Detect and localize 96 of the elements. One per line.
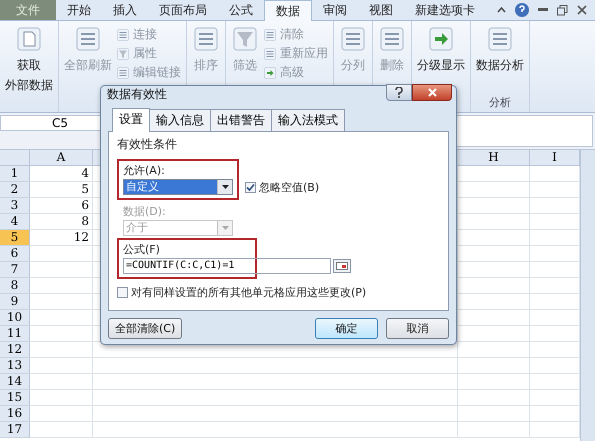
field-label: 允许(A): [123, 163, 166, 178]
section-heading: 有效性条件 [117, 136, 178, 153]
row-header[interactable]: 12 [0, 342, 30, 358]
row-header[interactable]: 15 [0, 390, 30, 406]
grid-cell [30, 422, 93, 438]
restore-icon[interactable] [557, 4, 568, 16]
row-header[interactable]: 5 [0, 230, 30, 246]
ribbon-button[interactable]: 数据分析 [476, 25, 524, 95]
ribbon-tab[interactable]: 审阅 [312, 0, 358, 20]
caret-icon[interactable] [497, 7, 506, 13]
grid-cell [530, 262, 580, 278]
grid-cell [530, 358, 580, 374]
grid-cell [530, 214, 580, 230]
ribbon-button[interactable]: 分级显示 [417, 25, 465, 112]
field-label: 数据(D): [123, 204, 167, 219]
row-header[interactable]: 7 [0, 262, 30, 278]
ribbon-tab[interactable]: 页面布局 [148, 0, 218, 20]
row-header[interactable]: 8 [0, 278, 30, 294]
grid-cell [458, 422, 530, 438]
document-icon [15, 25, 43, 53]
ribbon-tab[interactable]: 插入 [102, 0, 148, 20]
grid-cell [30, 358, 93, 374]
grid-cell [530, 182, 580, 198]
dialog-button[interactable]: 取消 [386, 318, 449, 339]
column-header[interactable]: H [458, 150, 530, 166]
row-header[interactable]: 2 [0, 182, 30, 198]
funnel-icon [116, 46, 130, 60]
ribbon-tab[interactable]: 数据 [264, 0, 312, 21]
close-icon[interactable] [577, 5, 587, 15]
row-header[interactable]: 14 [0, 374, 30, 390]
dialog-tab[interactable]: 输入法模式 [271, 109, 345, 131]
grid-cell [458, 358, 530, 374]
funnel-icon [231, 25, 259, 53]
column-header[interactable]: I [530, 150, 580, 166]
allow-dropdown[interactable]: 自定义 [123, 179, 233, 195]
help-icon [395, 87, 403, 98]
grid-cell [530, 294, 580, 310]
grid-cell [530, 422, 580, 438]
ribbon-tab[interactable]: 视图 [358, 0, 404, 20]
grid-cell [530, 230, 580, 246]
range-picker-button[interactable] [333, 259, 351, 273]
group-label: 分析 [488, 95, 512, 111]
grid-cell [530, 406, 580, 422]
checkmark-icon [246, 183, 255, 192]
grid-cell [530, 246, 580, 262]
row-header[interactable]: 6 [0, 246, 30, 262]
row-header[interactable]: 17 [0, 422, 30, 438]
dropdown-arrow-icon [222, 185, 228, 189]
dialog-tab[interactable]: 输入信息 [149, 109, 211, 131]
dialog-tab[interactable]: 出错警告 [210, 109, 272, 131]
row-header[interactable]: 10 [0, 310, 30, 326]
row-header[interactable]: 11 [0, 326, 30, 342]
apply-all-checkbox[interactable]: 对有同样设置的所有其他单元格应用这些更改(P) [117, 285, 440, 300]
grid-cell [458, 406, 530, 422]
grid-cell [30, 406, 93, 422]
help-button[interactable] [386, 84, 412, 101]
grid-cell [458, 374, 530, 390]
grid-cell [530, 342, 580, 358]
ribbon-button[interactable]: 获取 外部数据 [5, 25, 53, 112]
close-button[interactable] [412, 84, 452, 101]
grid-cell [30, 390, 93, 406]
dropdown-arrow-icon [222, 226, 228, 230]
dialog-button[interactable]: 确定 [315, 318, 378, 339]
row-header[interactable]: 4 [0, 214, 30, 230]
grid-cell [530, 166, 580, 182]
dialog-title: 数据有效性 [107, 86, 167, 103]
formula-input[interactable]: =COUNTIF(C:C,C1)=1 [123, 258, 332, 274]
dialog-button[interactable]: 全部清除(C) [108, 318, 182, 339]
minimize-icon[interactable] [538, 8, 548, 12]
grid-cell [530, 198, 580, 214]
ignore-blank-checkbox[interactable]: 忽略空值(B) [245, 180, 320, 195]
field-label: 公式(F) [123, 242, 161, 257]
dialog-tab[interactable]: 设置 [112, 108, 150, 132]
grid-cell [530, 374, 580, 390]
grid-cell [530, 326, 580, 342]
ribbon-tab[interactable]: 新建选项卡 [404, 0, 486, 20]
grid-cell [30, 342, 93, 358]
grid-cell [30, 278, 93, 294]
row-header[interactable]: 9 [0, 294, 30, 310]
vertical-scrollbar[interactable] [580, 150, 595, 441]
close-icon [428, 88, 436, 97]
grid-cell [530, 278, 580, 294]
row-header[interactable]: 16 [0, 406, 30, 422]
range-icon [336, 262, 348, 270]
row-header[interactable]: 3 [0, 198, 30, 214]
grid-cell [30, 374, 93, 390]
grid-cell [458, 342, 530, 358]
grid-cell [530, 390, 580, 406]
grid-cell [530, 310, 580, 326]
row-header[interactable]: 1 [0, 166, 30, 182]
grid-cell [458, 390, 530, 406]
help-icon[interactable] [515, 3, 529, 17]
ribbon-tab[interactable]: 开始 [56, 0, 102, 20]
column-header[interactable]: A [30, 150, 93, 166]
ribbon-tab[interactable]: 公式 [218, 0, 264, 20]
row-header[interactable]: 13 [0, 358, 30, 374]
